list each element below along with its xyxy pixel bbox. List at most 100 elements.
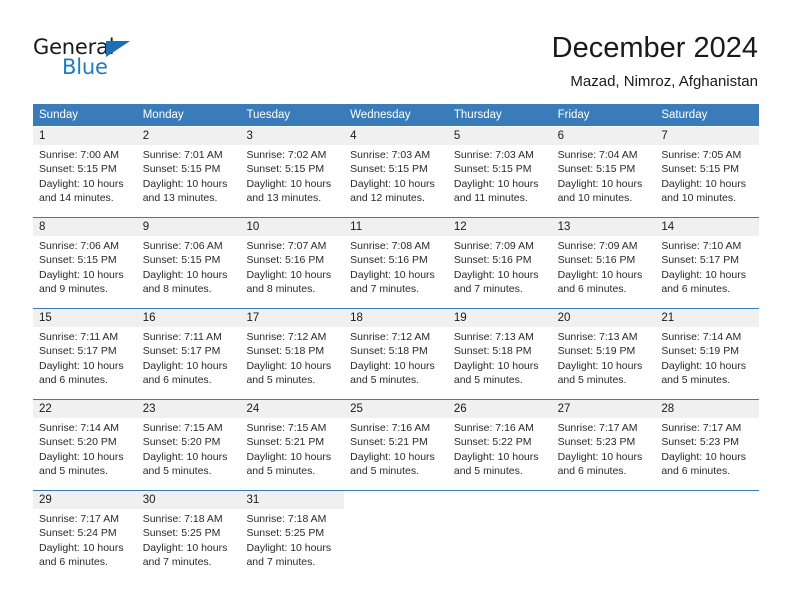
calendar-day-cell[interactable]: 31 Sunrise: 7:18 AM Sunset: 5:25 PM Dayligh… (240, 491, 345, 567)
sunset-time: Sunset: 5:17 PM (661, 254, 739, 267)
day-details: Sunrise: 7:05 AM Sunset: 5:15 PM Daylight:… (655, 145, 759, 203)
calendar-day-cell[interactable]: 29 Sunrise: 7:17 AM Sunset: 5:24 PM Dayligh… (33, 491, 137, 567)
sunset-time: Sunset: 5:22 PM (453, 436, 532, 449)
day-details: Sunrise: 7:11 AM Sunset: 5:17 PM Daylight:… (137, 327, 241, 385)
daylight-duration-line1: Daylight: 10 hours (661, 450, 746, 463)
calendar-day-cell[interactable]: 24 Sunrise: 7:15 AM Sunset: 5:21 PM Dayligh… (240, 400, 345, 476)
page-subtitle: Mazad, Nimroz, Afghanistan (570, 73, 758, 90)
sunset-time: Sunset: 5:19 PM (557, 345, 636, 358)
day-number: 31 (240, 491, 345, 509)
day-details: Sunrise: 7:12 AM Sunset: 5:18 PM Daylight:… (344, 327, 448, 385)
daylight-duration-line1: Daylight: 10 hours (142, 450, 228, 463)
general-blue-logo[interactable]: General Blue (33, 36, 213, 84)
sunrise-time: Sunrise: 7:15 AM (142, 422, 223, 434)
calendar-day-cell[interactable]: 27 Sunrise: 7:17 AM Sunset: 5:23 PM Dayligh… (551, 400, 656, 476)
calendar-day-cell[interactable]: 2 Sunrise: 7:01 AM Sunset: 5:15 PM Daylight… (136, 127, 241, 203)
daylight-duration-line1: Daylight: 10 hours (453, 359, 539, 372)
day-details: Sunrise: 7:13 AM Sunset: 5:18 PM Daylight:… (448, 327, 552, 385)
sunrise-time: Sunrise: 7:00 AM (39, 149, 119, 161)
calendar-day-cell[interactable]: 13 Sunrise: 7:09 AM Sunset: 5:16 PM Dayligh… (551, 218, 656, 294)
daylight-duration-line1: Daylight: 10 hours (453, 268, 539, 281)
calendar-day-cell[interactable]: 8 Sunrise: 7:06 AM Sunset: 5:15 PM Daylight… (33, 218, 137, 294)
calendar-day-cell[interactable]: 6 Sunrise: 7:04 AM Sunset: 5:15 PM Daylight… (551, 127, 656, 203)
day-details: Sunrise: 7:02 AM Sunset: 5:15 PM Daylight:… (240, 145, 344, 203)
day-number: 29 (33, 491, 137, 509)
calendar-grid: Sunday Monday Tuesday Wednesday Thursday… (33, 104, 760, 581)
day-details (448, 509, 552, 567)
daylight-duration-line2: and 8 minutes. (246, 283, 316, 294)
day-number: 3 (240, 127, 345, 145)
sunrise-time: Sunrise: 7:16 AM (350, 422, 431, 434)
day-details: Sunrise: 7:06 AM Sunset: 5:15 PM Daylight:… (137, 236, 241, 294)
calendar-day-cell[interactable]: 17 Sunrise: 7:12 AM Sunset: 5:18 PM Dayligh… (240, 309, 345, 385)
daylight-duration-line2: and 10 minutes. (661, 192, 737, 203)
daylight-duration-line1: Daylight: 10 hours (246, 541, 332, 554)
calendar-day-cell[interactable]: 3 Sunrise: 7:02 AM Sunset: 5:15 PM Daylight… (240, 127, 345, 203)
day-details: Sunrise: 7:09 AM Sunset: 5:16 PM Daylight:… (448, 236, 552, 294)
calendar-day-cell[interactable]: 18 Sunrise: 7:12 AM Sunset: 5:18 PM Dayligh… (344, 309, 448, 385)
day-number: 11 (344, 218, 448, 236)
sunrise-time: Sunrise: 7:13 AM (557, 331, 638, 343)
daylight-duration-line2: and 6 minutes. (661, 283, 731, 294)
calendar-day-cell[interactable]: 9 Sunrise: 7:06 AM Sunset: 5:15 PM Daylight… (136, 218, 241, 294)
day-number: 25 (344, 400, 448, 418)
calendar-day-cell[interactable]: 16 Sunrise: 7:11 AM Sunset: 5:17 PM Dayligh… (136, 309, 241, 385)
day-number: 8 (33, 218, 137, 236)
daylight-duration-line1: Daylight: 10 hours (39, 359, 124, 372)
daylight-duration-line2: and 13 minutes. (246, 192, 322, 203)
calendar-day-cell[interactable]: 10 Sunrise: 7:07 AM Sunset: 5:16 PM Dayligh… (240, 218, 345, 294)
calendar-day-cell[interactable]: 22 Sunrise: 7:14 AM Sunset: 5:20 PM Dayligh… (33, 400, 137, 476)
day-details (655, 509, 759, 567)
sunset-time: Sunset: 5:15 PM (453, 163, 532, 176)
calendar-day-cell[interactable]: 30 Sunrise: 7:18 AM Sunset: 5:25 PM Dayligh… (136, 491, 241, 567)
sunset-time: Sunset: 5:18 PM (246, 345, 325, 358)
day-details: Sunrise: 7:16 AM Sunset: 5:21 PM Daylight:… (344, 418, 448, 476)
daylight-duration-line1: Daylight: 10 hours (39, 268, 124, 281)
sunset-time: Sunset: 5:21 PM (350, 436, 428, 449)
sunset-time: Sunset: 5:24 PM (39, 527, 117, 540)
sunrise-time: Sunrise: 7:02 AM (246, 149, 327, 161)
sunrise-time: Sunrise: 7:15 AM (246, 422, 327, 434)
calendar-week: 29 Sunrise: 7:17 AM Sunset: 5:24 PM Dayligh… (33, 490, 760, 581)
page-title: December 2024 (551, 32, 758, 64)
calendar-day-cell[interactable]: 25 Sunrise: 7:16 AM Sunset: 5:21 PM Dayligh… (344, 400, 448, 476)
day-number: 5 (447, 127, 552, 145)
sunset-time: Sunset: 5:25 PM (246, 527, 325, 540)
day-details: Sunrise: 7:01 AM Sunset: 5:15 PM Daylight:… (137, 145, 241, 203)
calendar-day-cell[interactable]: 20 Sunrise: 7:13 AM Sunset: 5:19 PM Dayligh… (551, 309, 656, 385)
calendar-day-cell[interactable]: 5 Sunrise: 7:03 AM Sunset: 5:15 PM Daylight… (447, 127, 552, 203)
daylight-duration-line2: and 7 minutes. (350, 283, 420, 294)
calendar-day-cell[interactable]: 23 Sunrise: 7:15 AM Sunset: 5:20 PM Dayligh… (136, 400, 241, 476)
calendar-day-cell[interactable]: 4 Sunrise: 7:03 AM Sunset: 5:15 PM Daylight… (344, 127, 448, 203)
calendar-day-cell[interactable]: 15 Sunrise: 7:11 AM Sunset: 5:17 PM Dayligh… (33, 309, 137, 385)
weekday-header-wednesday: Wednesday (350, 109, 411, 121)
daylight-duration-line2: and 5 minutes. (557, 374, 627, 385)
day-details: Sunrise: 7:15 AM Sunset: 5:21 PM Daylight:… (240, 418, 344, 476)
calendar-day-cell[interactable]: 11 Sunrise: 7:08 AM Sunset: 5:16 PM Dayligh… (344, 218, 448, 294)
day-number: 20 (551, 309, 656, 327)
daylight-duration-line1: Daylight: 10 hours (350, 359, 435, 372)
calendar-day-cell[interactable]: 28 Sunrise: 7:17 AM Sunset: 5:23 PM Dayligh… (655, 400, 760, 476)
daylight-duration-line2: and 7 minutes. (453, 283, 523, 294)
calendar-day-cell[interactable]: 14 Sunrise: 7:10 AM Sunset: 5:17 PM Dayligh… (655, 218, 760, 294)
calendar-day-cell[interactable]: 21 Sunrise: 7:14 AM Sunset: 5:19 PM Dayligh… (655, 309, 760, 385)
calendar-day-cell-empty (655, 491, 760, 567)
sunrise-time: Sunrise: 7:06 AM (39, 240, 119, 252)
day-details: Sunrise: 7:07 AM Sunset: 5:16 PM Daylight:… (240, 236, 344, 294)
calendar-day-cell[interactable]: 7 Sunrise: 7:05 AM Sunset: 5:15 PM Daylight… (655, 127, 760, 203)
day-number: 2 (136, 127, 241, 145)
daylight-duration-line1: Daylight: 10 hours (453, 177, 539, 190)
calendar-day-cell[interactable]: 19 Sunrise: 7:13 AM Sunset: 5:18 PM Dayligh… (447, 309, 552, 385)
calendar-day-cell[interactable]: 12 Sunrise: 7:09 AM Sunset: 5:16 PM Dayligh… (447, 218, 552, 294)
logo-text-blue: Blue (62, 55, 108, 79)
daylight-duration-line1: Daylight: 10 hours (661, 177, 746, 190)
calendar-day-cell[interactable]: 1 Sunrise: 7:00 AM Sunset: 5:15 PM Daylight… (33, 127, 137, 203)
day-details (552, 509, 656, 567)
day-number: 4 (344, 127, 448, 145)
daylight-duration-line2: and 5 minutes. (453, 465, 523, 476)
daylight-duration-line2: and 7 minutes. (246, 556, 316, 567)
day-details: Sunrise: 7:08 AM Sunset: 5:16 PM Daylight:… (344, 236, 448, 294)
daylight-duration-line1: Daylight: 10 hours (557, 359, 643, 372)
calendar-day-cell[interactable]: 26 Sunrise: 7:16 AM Sunset: 5:22 PM Dayligh… (447, 400, 552, 476)
day-details: Sunrise: 7:12 AM Sunset: 5:18 PM Daylight:… (240, 327, 344, 385)
